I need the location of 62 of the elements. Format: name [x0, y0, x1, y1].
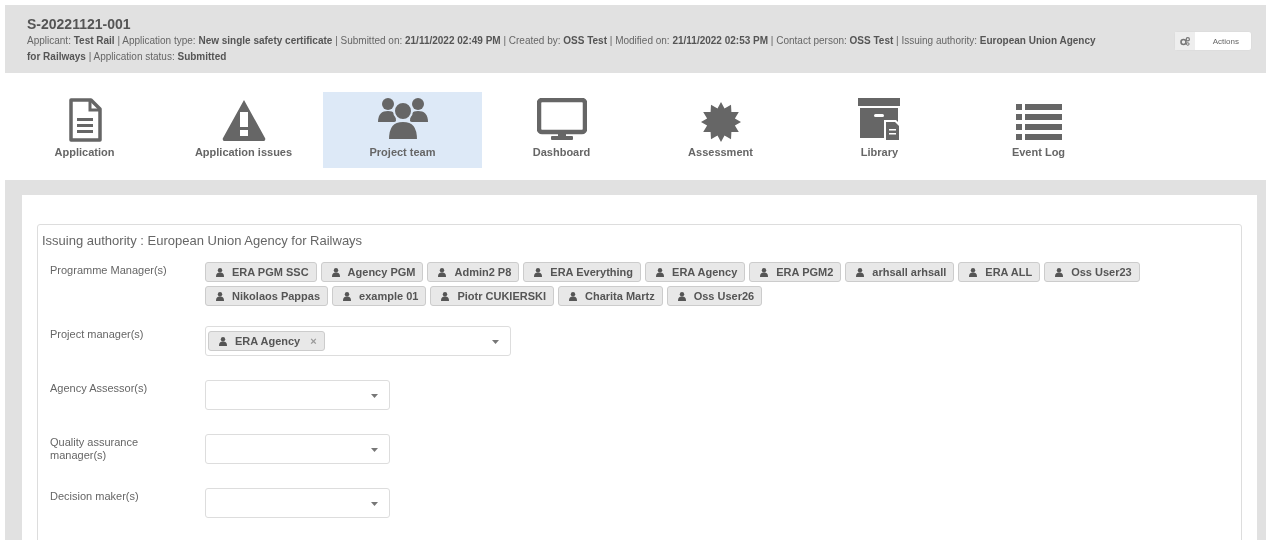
- user-tag: Charita Martz: [558, 286, 663, 306]
- user-tag: Piotr CUKIERSKI: [430, 286, 554, 306]
- actions-button[interactable]: Actions: [1173, 31, 1252, 51]
- user-tag: ERA Agency ×: [208, 331, 325, 351]
- user-icon: [656, 267, 665, 277]
- user-icon: [856, 267, 865, 277]
- user-icon: [219, 336, 227, 346]
- user-tag: ERA Everything: [523, 262, 642, 282]
- user-icon: [216, 291, 224, 301]
- field-label: Agency Assessor(s): [50, 381, 149, 396]
- select-field[interactable]: [205, 380, 390, 410]
- user-icon: [677, 291, 686, 301]
- select-field[interactable]: ERA Agency ×: [205, 326, 511, 356]
- user-tag: Oss User26: [666, 286, 763, 306]
- user-tag: Admin2 P8: [427, 262, 520, 282]
- application-reference: S-20221121-001: [27, 16, 132, 32]
- field-label: Project manager(s): [50, 327, 145, 342]
- user-tag: ERA PGM2: [749, 262, 842, 282]
- user-tag: example 01: [332, 286, 427, 306]
- select-field[interactable]: [205, 434, 390, 464]
- panel-title: Issuing authority : European Union Agency for Railways: [42, 233, 364, 248]
- warning-icon: [220, 98, 267, 142]
- field-label: Quality assurance manager(s): [50, 435, 140, 463]
- field-label: Programme Manager(s): [50, 263, 168, 278]
- caret-icon: [371, 502, 378, 506]
- user-tag: ERA PGM SSC: [205, 262, 317, 282]
- nav-tab[interactable]: Assessment: [641, 92, 800, 168]
- user-icon: [969, 267, 978, 277]
- user-icon: [1055, 267, 1064, 277]
- gears-icon: [1179, 36, 1190, 46]
- user-icon: [441, 291, 450, 301]
- starburst-icon: [700, 102, 741, 142]
- caret-icon: [492, 340, 499, 344]
- user-tag: ERA ALL: [958, 262, 1041, 282]
- user-tag: arhsall arhsall: [845, 262, 955, 282]
- people-icon: [377, 96, 428, 142]
- user-icon: [534, 267, 543, 277]
- nav-tab[interactable]: Application issues: [164, 92, 323, 168]
- document-icon: [67, 98, 102, 142]
- caret-icon: [371, 448, 378, 452]
- user-icon: [569, 291, 577, 301]
- user-icon: [343, 291, 352, 301]
- caret-icon: [371, 394, 378, 398]
- nav-tab[interactable]: Event Log: [959, 92, 1118, 168]
- user-icon: [331, 267, 340, 277]
- user-tag: Oss User23: [1044, 262, 1140, 282]
- nav-tab[interactable]: Project team: [323, 92, 482, 168]
- user-icon: [216, 267, 224, 277]
- user-tag: Agency PGM: [320, 262, 424, 282]
- archive-box-icon: [857, 98, 902, 142]
- user-icon: [760, 267, 769, 277]
- select-field[interactable]: [205, 488, 390, 518]
- nav-tab[interactable]: Dashboard: [482, 92, 641, 168]
- user-tag: Nikolaos Pappas: [205, 286, 329, 306]
- list-icon: [1015, 104, 1062, 142]
- user-icon: [438, 267, 447, 277]
- user-tag: ERA Agency: [645, 262, 746, 282]
- field-label: Decision maker(s): [50, 489, 140, 504]
- nav-tab[interactable]: Library: [800, 92, 959, 168]
- monitor-icon: [536, 98, 587, 142]
- application-details: Applicant: Test Rail | Application type: New single safety certificate | Submitted on: 21/11/2022 02:49 PM | Created by: OSS Test | Modified on: 21/11/2022 02:53 PM | Contact person: OSS Test | Issuing authority: European Union Agency for Railways | Application status: Submitted: [27, 34, 1097, 64]
- nav-tab[interactable]: Application: [5, 92, 164, 168]
